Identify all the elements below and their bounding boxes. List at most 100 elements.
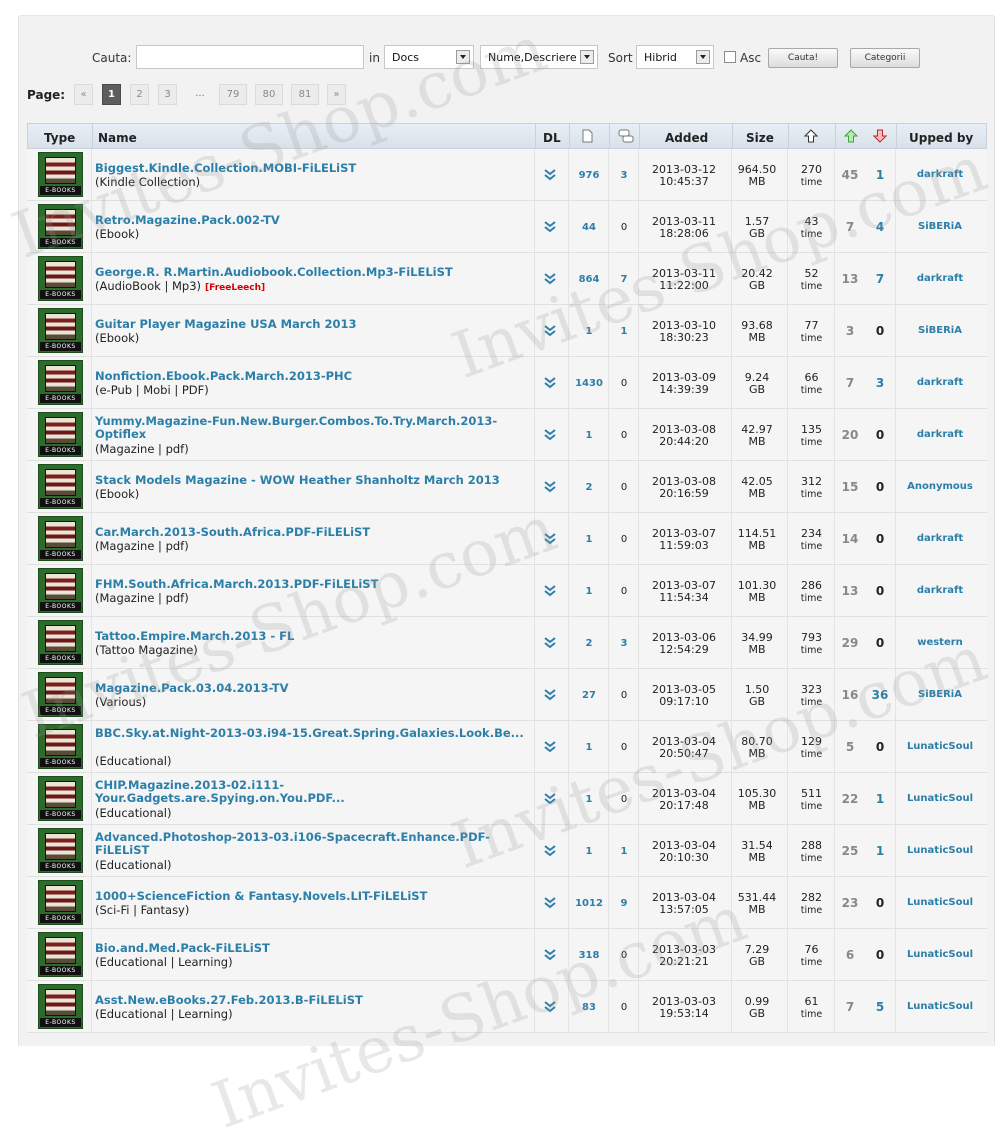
files-count[interactable]: 1: [569, 846, 609, 857]
files-count[interactable]: 976: [569, 170, 609, 181]
download-icon[interactable]: [543, 584, 557, 598]
files-count[interactable]: 2: [569, 482, 609, 493]
uploader-link[interactable]: darkraft: [897, 585, 983, 596]
files-count[interactable]: 44: [569, 222, 609, 233]
download-icon[interactable]: [543, 844, 557, 858]
files-icon[interactable]: [582, 129, 593, 146]
page-79[interactable]: 79: [219, 84, 247, 105]
uploader-link[interactable]: darkraft: [897, 429, 983, 440]
files-count[interactable]: 1: [569, 794, 609, 805]
download-icon[interactable]: [543, 1000, 557, 1014]
uploader-link[interactable]: SiBERiA: [897, 325, 983, 336]
download-icon[interactable]: [543, 168, 557, 182]
col-size[interactable]: Size: [746, 131, 774, 145]
files-count[interactable]: 27: [569, 690, 609, 701]
download-icon[interactable]: [543, 948, 557, 962]
torrent-name-link[interactable]: CHIP.Magazine.2013-02.i111-Your.Gadgets.…: [95, 779, 527, 805]
categories-button[interactable]: Categorii: [850, 48, 920, 68]
uploader-link[interactable]: darkraft: [897, 377, 983, 388]
files-count[interactable]: 2: [569, 638, 609, 649]
files-count[interactable]: 1: [569, 326, 609, 337]
uploader-link[interactable]: Anonymous: [897, 481, 983, 492]
uploader-link[interactable]: darkraft: [897, 169, 983, 180]
files-count[interactable]: 83: [569, 1002, 609, 1013]
download-icon[interactable]: [543, 740, 557, 754]
torrent-name-link[interactable]: Stack Models Magazine - WOW Heather Shan…: [95, 474, 527, 487]
leechers-count[interactable]: 36: [865, 688, 895, 702]
comments-icon[interactable]: [618, 129, 634, 147]
files-count[interactable]: 1: [569, 586, 609, 597]
ebook-category-icon[interactable]: E-BOOKS: [38, 308, 83, 353]
download-icon[interactable]: [543, 896, 557, 910]
table-row[interactable]: E-BOOKS BBC.Sky.at.Night-2013-03.i94-15.G…: [27, 721, 987, 773]
uploader-link[interactable]: LunaticSoul: [897, 845, 983, 856]
table-row[interactable]: E-BOOKS Advanced.Photoshop-2013-03.i106-S…: [27, 825, 987, 877]
torrent-name-link[interactable]: Magazine.Pack.03.04.2013-TV: [95, 682, 527, 695]
torrent-name-link[interactable]: Car.March.2013-South.Africa.PDF-FiLELiST: [95, 526, 527, 539]
leechers-count[interactable]: 4: [865, 220, 895, 234]
page-3[interactable]: 3: [158, 84, 177, 105]
table-row[interactable]: E-BOOKS Asst.New.eBooks.27.Feb.2013.B-FiL…: [27, 981, 987, 1033]
uploader-link[interactable]: LunaticSoul: [897, 1001, 983, 1012]
download-icon[interactable]: [543, 532, 557, 546]
download-icon[interactable]: [543, 376, 557, 390]
table-row[interactable]: E-BOOKS Car.March.2013-South.Africa.PDF-F…: [27, 513, 987, 565]
download-icon[interactable]: [543, 792, 557, 806]
field-select[interactable]: Nume,Descriere: [480, 45, 598, 69]
torrent-name-link[interactable]: Bio.and.Med.Pack-FiLELiST: [95, 942, 527, 955]
torrent-name-link[interactable]: BBC.Sky.at.Night-2013-03.i94-15.Great.Sp…: [95, 727, 527, 740]
uploader-link[interactable]: LunaticSoul: [897, 897, 983, 908]
torrent-name-link[interactable]: Asst.New.eBooks.27.Feb.2013.B-FiLELiST: [95, 994, 527, 1007]
leechers-count[interactable]: 5: [865, 1000, 895, 1014]
table-row[interactable]: E-BOOKS Stack Models Magazine - WOW Heath…: [27, 461, 987, 513]
table-row[interactable]: E-BOOKS George.R. R.Martin.Audiobook.Coll…: [27, 253, 987, 305]
files-count[interactable]: 1012: [569, 898, 609, 909]
leechers-count[interactable]: 1: [865, 168, 895, 182]
torrent-name-link[interactable]: 1000+ScienceFiction & Fantasy.Novels.LIT…: [95, 890, 527, 903]
leechers-count[interactable]: 7: [865, 272, 895, 286]
page-prev[interactable]: «: [74, 84, 93, 105]
torrent-name-link[interactable]: Yummy.Magazine-Fun.New.Burger.Combos.To.…: [95, 415, 527, 441]
table-row[interactable]: E-BOOKS 1000+ScienceFiction & Fantasy.Nov…: [27, 877, 987, 929]
files-count[interactable]: 318: [569, 950, 609, 961]
files-count[interactable]: 1: [569, 534, 609, 545]
ebook-category-icon[interactable]: E-BOOKS: [38, 880, 83, 925]
torrent-name-link[interactable]: Advanced.Photoshop-2013-03.i106-Spacecra…: [95, 831, 527, 857]
uploader-link[interactable]: SiBERiA: [897, 221, 983, 232]
uploader-link[interactable]: LunaticSoul: [897, 741, 983, 752]
col-name[interactable]: Name: [98, 131, 137, 145]
ebook-category-icon[interactable]: E-BOOKS: [38, 828, 83, 873]
ebook-category-icon[interactable]: E-BOOKS: [38, 776, 83, 821]
download-icon[interactable]: [543, 688, 557, 702]
table-row[interactable]: E-BOOKS FHM.South.Africa.March.2013.PDF-F…: [27, 565, 987, 617]
uploader-link[interactable]: SiBERiA: [897, 689, 983, 700]
page-81[interactable]: 81: [291, 84, 319, 105]
col-added[interactable]: Added: [665, 131, 708, 145]
ebook-category-icon[interactable]: E-BOOKS: [38, 152, 83, 197]
ebook-category-icon[interactable]: E-BOOKS: [38, 724, 83, 769]
col-upped-by[interactable]: Upped by: [909, 131, 973, 145]
snatched-icon[interactable]: [803, 129, 819, 146]
uploader-link[interactable]: darkraft: [897, 273, 983, 284]
table-row[interactable]: E-BOOKS Bio.and.Med.Pack-FiLELiST (Educati…: [27, 929, 987, 981]
table-row[interactable]: E-BOOKS Yummy.Magazine-Fun.New.Burger.Com…: [27, 409, 987, 461]
ebook-category-icon[interactable]: E-BOOKS: [38, 516, 83, 561]
search-input[interactable]: [136, 45, 364, 69]
table-row[interactable]: E-BOOKS Magazine.Pack.03.04.2013-TV (Vario…: [27, 669, 987, 721]
table-row[interactable]: E-BOOKS CHIP.Magazine.2013-02.i111-Your.G…: [27, 773, 987, 825]
uploader-link[interactable]: LunaticSoul: [897, 793, 983, 804]
asc-checkbox[interactable]: [724, 51, 736, 63]
ebook-category-icon[interactable]: E-BOOKS: [38, 672, 83, 717]
torrent-name-link[interactable]: George.R. R.Martin.Audiobook.Collection.…: [95, 266, 527, 279]
seeders-icon[interactable]: [843, 129, 859, 146]
search-button[interactable]: Cauta!: [768, 48, 838, 68]
leechers-count[interactable]: 3: [865, 376, 895, 390]
table-row[interactable]: E-BOOKS Nonfiction.Ebook.Pack.March.2013-…: [27, 357, 987, 409]
table-row[interactable]: E-BOOKS Retro.Magazine.Pack.002-TV (Ebook)…: [27, 201, 987, 253]
download-icon[interactable]: [543, 220, 557, 234]
ebook-category-icon[interactable]: E-BOOKS: [38, 256, 83, 301]
files-count[interactable]: 1: [569, 742, 609, 753]
ebook-category-icon[interactable]: E-BOOKS: [38, 568, 83, 613]
leechers-count[interactable]: 1: [865, 844, 895, 858]
download-icon[interactable]: [543, 324, 557, 338]
